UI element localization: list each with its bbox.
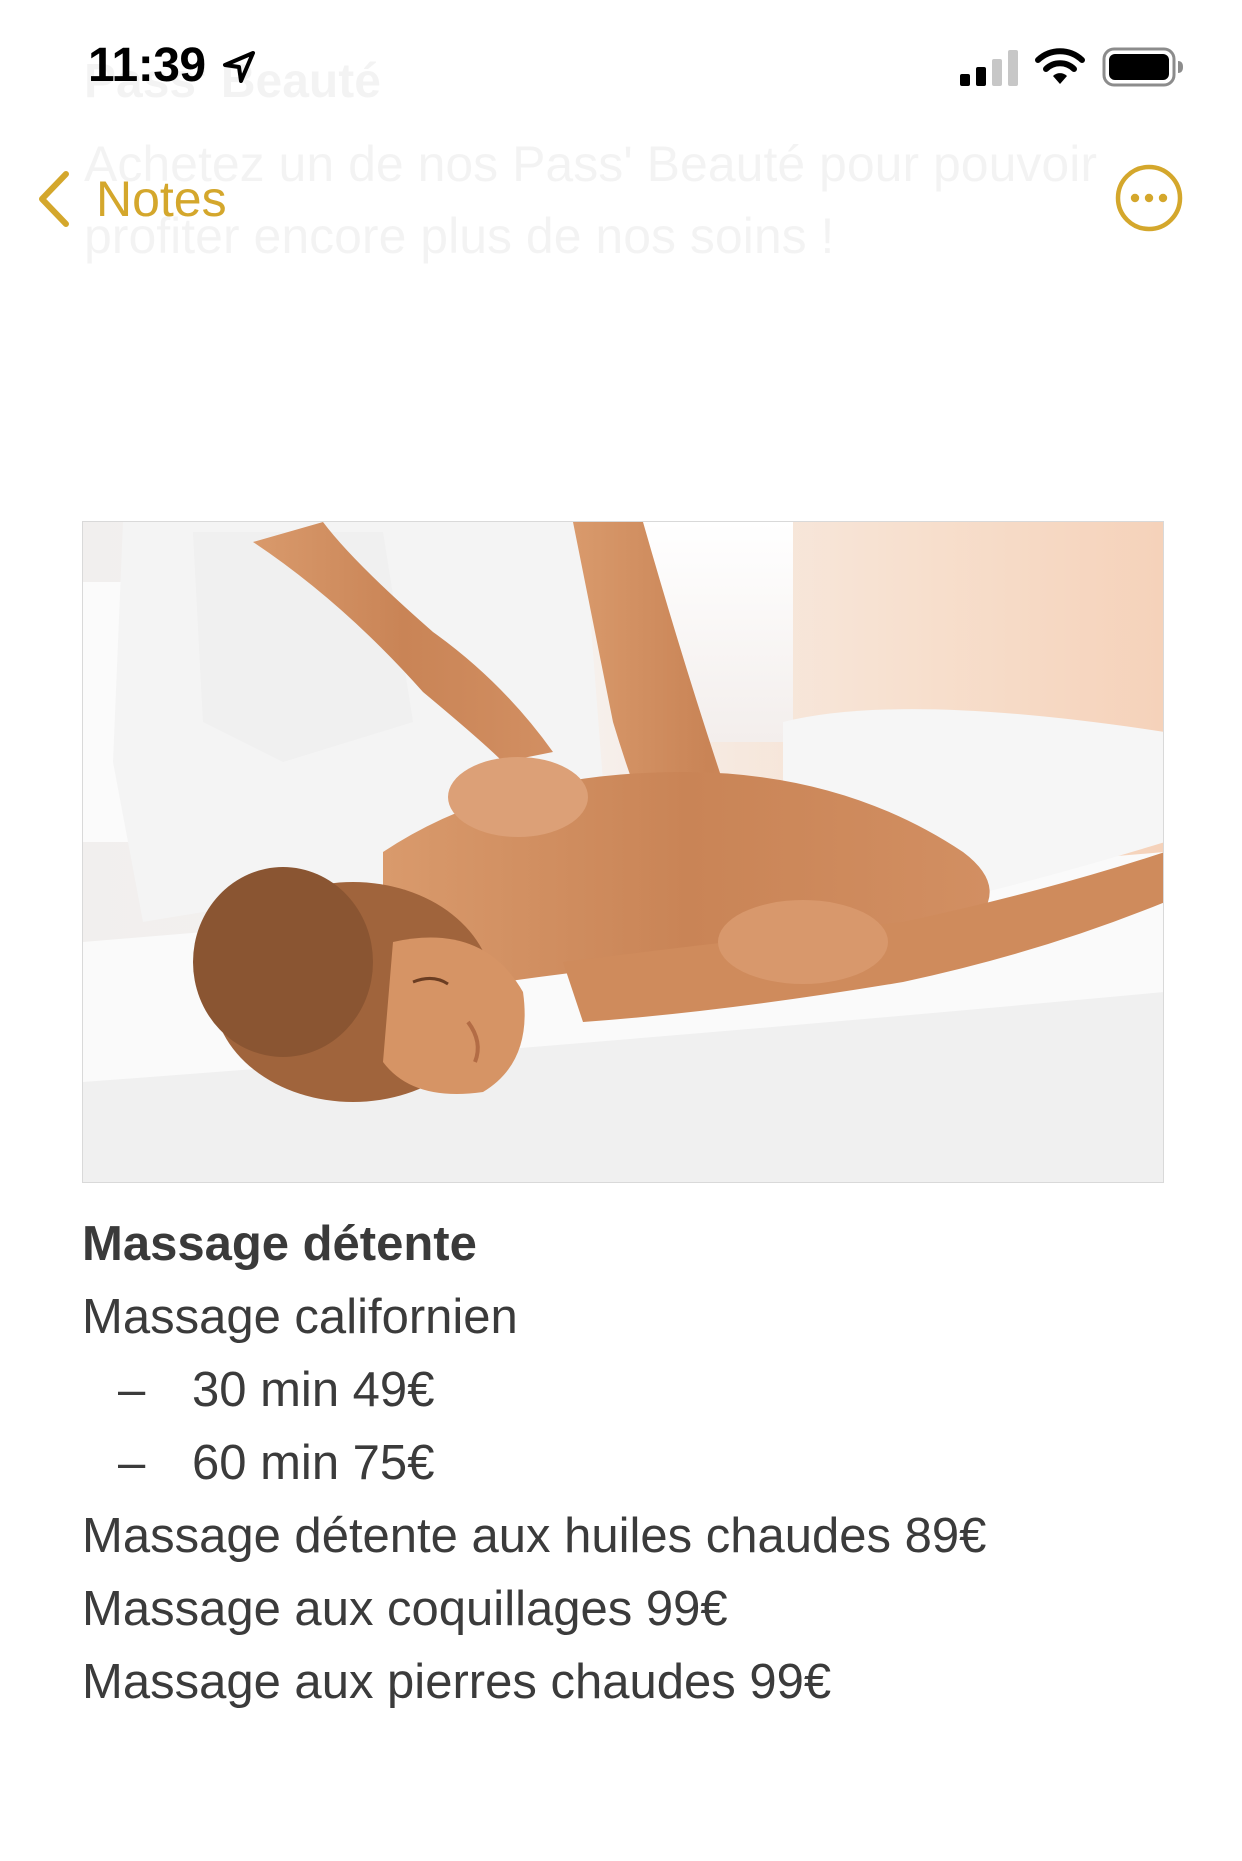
notes-screen: Pass' Beauté Achetez un de nos Pass' Bea… xyxy=(0,0,1242,1861)
ghost-note-text: Achetez un de nos Pass' Beauté pour pouv… xyxy=(84,128,1164,272)
status-time: 11:39 xyxy=(88,39,206,92)
back-label: Notes xyxy=(96,171,227,227)
massage-photo[interactable] xyxy=(82,521,1164,1183)
battery-icon xyxy=(1102,47,1183,87)
note-subheading: Massage californien xyxy=(82,1290,518,1344)
list-item-text: 60 min 75€ xyxy=(192,1436,435,1490)
bullet-dash: – xyxy=(118,1436,146,1490)
cellular-signal-icon xyxy=(960,50,1018,86)
note-line: Massage détente aux huiles chaudes 89€ xyxy=(82,1509,987,1563)
list-item-text: 30 min 49€ xyxy=(192,1363,435,1417)
location-arrow-icon xyxy=(223,51,255,83)
list-item: – 30 min 49€ xyxy=(82,1354,1182,1427)
note-body[interactable]: Massage détente Massage californien – 30… xyxy=(82,1208,1182,1719)
list-item: – 60 min 75€ xyxy=(82,1427,1182,1500)
bullet-dash: – xyxy=(118,1363,146,1417)
wifi-icon xyxy=(1035,48,1085,84)
back-button[interactable]: Notes xyxy=(34,164,227,234)
chevron-left-icon xyxy=(39,171,69,227)
note-line: Massage aux coquillages 99€ xyxy=(82,1582,728,1636)
duration-price-list: – 30 min 49€ – 60 min 75€ xyxy=(82,1354,1182,1500)
note-line: Massage aux pierres chaudes 99€ xyxy=(82,1655,832,1709)
note-heading: Massage détente xyxy=(82,1217,477,1271)
ellipsis-circle-icon[interactable] xyxy=(1115,164,1183,232)
